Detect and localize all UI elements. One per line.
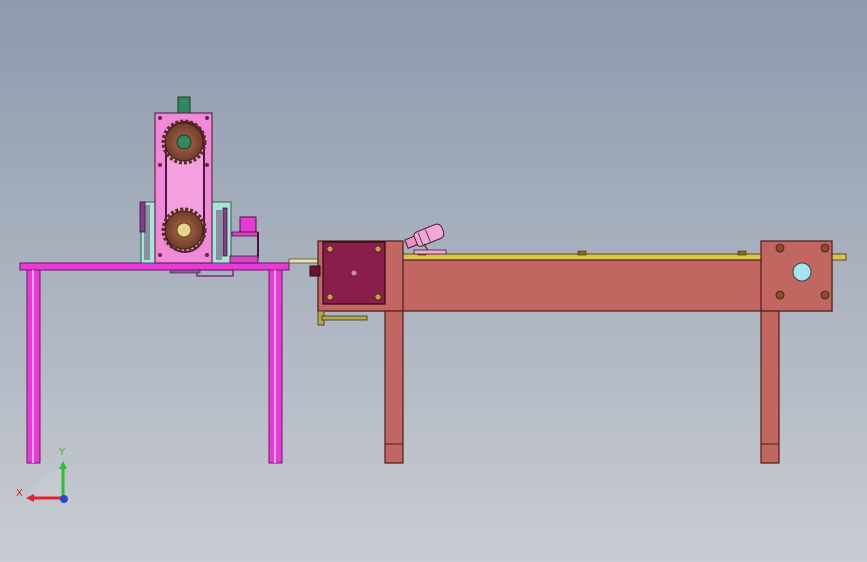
frame-leg-right[interactable] bbox=[760, 310, 780, 464]
cad-viewport[interactable]: X Y bbox=[0, 0, 867, 562]
x-axis-label: X bbox=[16, 488, 23, 499]
gearbox-top-shaft[interactable] bbox=[177, 96, 191, 114]
model-canvas[interactable]: X Y bbox=[0, 0, 867, 562]
y-axis-label: Y bbox=[58, 447, 66, 458]
connecting-rail[interactable] bbox=[288, 258, 320, 264]
bearing-hole-icon[interactable] bbox=[792, 262, 812, 282]
frame-leg-left[interactable] bbox=[384, 310, 404, 464]
z-axis-dot-icon bbox=[60, 495, 68, 503]
gearbox[interactable] bbox=[154, 96, 213, 264]
left-table-top[interactable] bbox=[19, 262, 290, 271]
